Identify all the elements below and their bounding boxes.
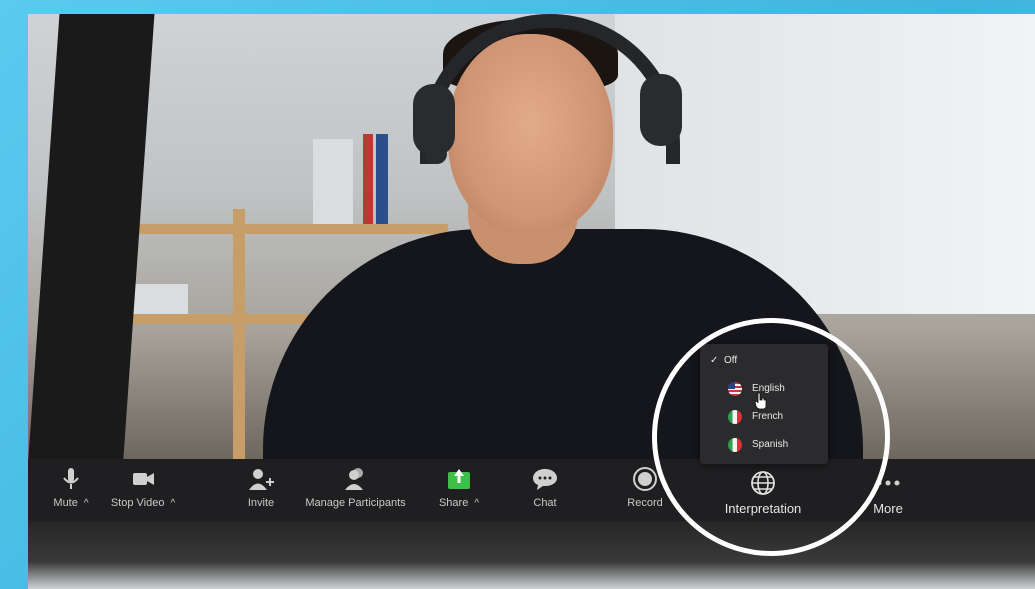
invite-label: Invite [247,497,275,509]
chat-button[interactable]: Chat [520,459,570,521]
shelf-post [233,209,245,464]
chat-bubble-icon [533,469,557,490]
book [363,134,373,224]
chat-label: Chat [533,497,557,509]
mute-caret-icon[interactable]: ^ [84,498,89,509]
video-camera-icon [133,473,154,485]
book [376,134,388,224]
more-label: More [873,501,903,516]
share-caret-icon[interactable]: ^ [474,498,479,509]
participants-icon [344,468,363,490]
book [313,139,353,224]
monitor-bezel [28,521,1035,589]
book [128,284,188,314]
manage-participants-label: Manage Participants [305,497,406,509]
shelf [118,224,448,234]
manage-participants-button[interactable]: Manage Participants [298,459,413,521]
share-label: Share [438,497,469,509]
headphone-earcup-right [640,74,682,146]
stop-video-button[interactable]: Stop Video ^ [103,459,183,521]
mute-button[interactable]: Mute ^ [46,459,96,521]
headset-mic [425,144,447,164]
microphone-icon [63,468,79,489]
invite-button[interactable]: Invite [236,459,286,521]
meeting-window: Mute ^ Stop Video ^ Invite Manage Partic… [28,14,1035,589]
monitor-edge [28,14,155,464]
stop-video-caret-icon[interactable]: ^ [170,498,175,509]
mute-label: Mute [53,497,78,509]
share-button[interactable]: Share ^ [426,459,492,521]
share-screen-icon [448,469,470,489]
video-feed [28,14,1035,464]
stop-video-label: Stop Video [110,497,165,509]
highlight-circle [652,318,890,556]
add-person-icon [249,469,274,490]
record-label: Record [627,497,663,509]
